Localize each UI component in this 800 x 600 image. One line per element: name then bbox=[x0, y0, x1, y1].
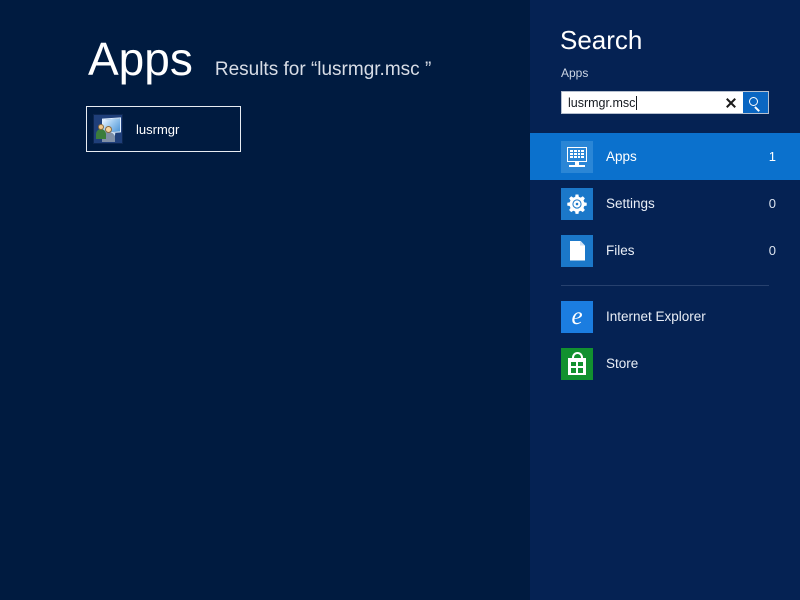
search-input[interactable]: lusrmgr.msc bbox=[562, 92, 719, 113]
page-title: Apps bbox=[88, 33, 193, 85]
internet-explorer-icon: e bbox=[561, 300, 593, 333]
lusrmgr-icon bbox=[93, 114, 123, 144]
text-caret bbox=[636, 95, 638, 110]
search-box[interactable]: lusrmgr.msc bbox=[561, 91, 769, 114]
search-input-value: lusrmgr.msc bbox=[568, 95, 636, 110]
close-icon[interactable] bbox=[719, 92, 743, 113]
panel-divider bbox=[561, 285, 769, 286]
results-area: Apps Results for “lusrmgr.msc ” lusrmgr bbox=[0, 0, 530, 600]
scope-label-files: Files bbox=[606, 243, 635, 258]
app-shortcut-list: e Internet Explorer Store bbox=[530, 293, 800, 387]
search-panel-heading: Search bbox=[560, 25, 643, 55]
scope-count-apps: 1 bbox=[768, 149, 776, 164]
shortcut-label-internet-explorer: Internet Explorer bbox=[606, 309, 706, 324]
scope-label-apps: Apps bbox=[606, 149, 637, 164]
scope-row-apps[interactable]: Apps 1 bbox=[530, 133, 800, 180]
store-icon bbox=[561, 347, 593, 380]
results-header: Apps Results for “lusrmgr.msc ” bbox=[88, 36, 431, 82]
app-result-tile-lusrmgr[interactable]: lusrmgr bbox=[86, 106, 241, 152]
search-scope-label: Apps bbox=[561, 66, 589, 80]
apps-monitor-icon bbox=[561, 140, 593, 173]
scope-label-settings: Settings bbox=[606, 196, 655, 211]
shortcut-row-store[interactable]: Store bbox=[530, 340, 800, 387]
shortcut-label-store: Store bbox=[606, 356, 639, 371]
document-icon bbox=[561, 234, 593, 267]
shortcut-row-internet-explorer[interactable]: e Internet Explorer bbox=[530, 293, 800, 340]
scope-row-files[interactable]: Files 0 bbox=[530, 227, 800, 274]
app-result-tile-label: lusrmgr bbox=[136, 121, 180, 137]
windows-search-screen: Apps Results for “lusrmgr.msc ” lusrmgr … bbox=[0, 0, 800, 600]
scope-row-settings[interactable]: Settings 0 bbox=[530, 180, 800, 227]
search-panel: Search Apps lusrmgr.msc Apps 1 Settings … bbox=[530, 0, 800, 600]
search-scope-list: Apps 1 Settings 0 Files 0 bbox=[530, 133, 800, 274]
gear-icon bbox=[561, 187, 593, 220]
scope-count-files: 0 bbox=[768, 243, 776, 258]
results-subtitle: Results for “lusrmgr.msc ” bbox=[214, 59, 432, 80]
scope-count-settings: 0 bbox=[768, 196, 776, 211]
search-icon[interactable] bbox=[743, 92, 768, 113]
